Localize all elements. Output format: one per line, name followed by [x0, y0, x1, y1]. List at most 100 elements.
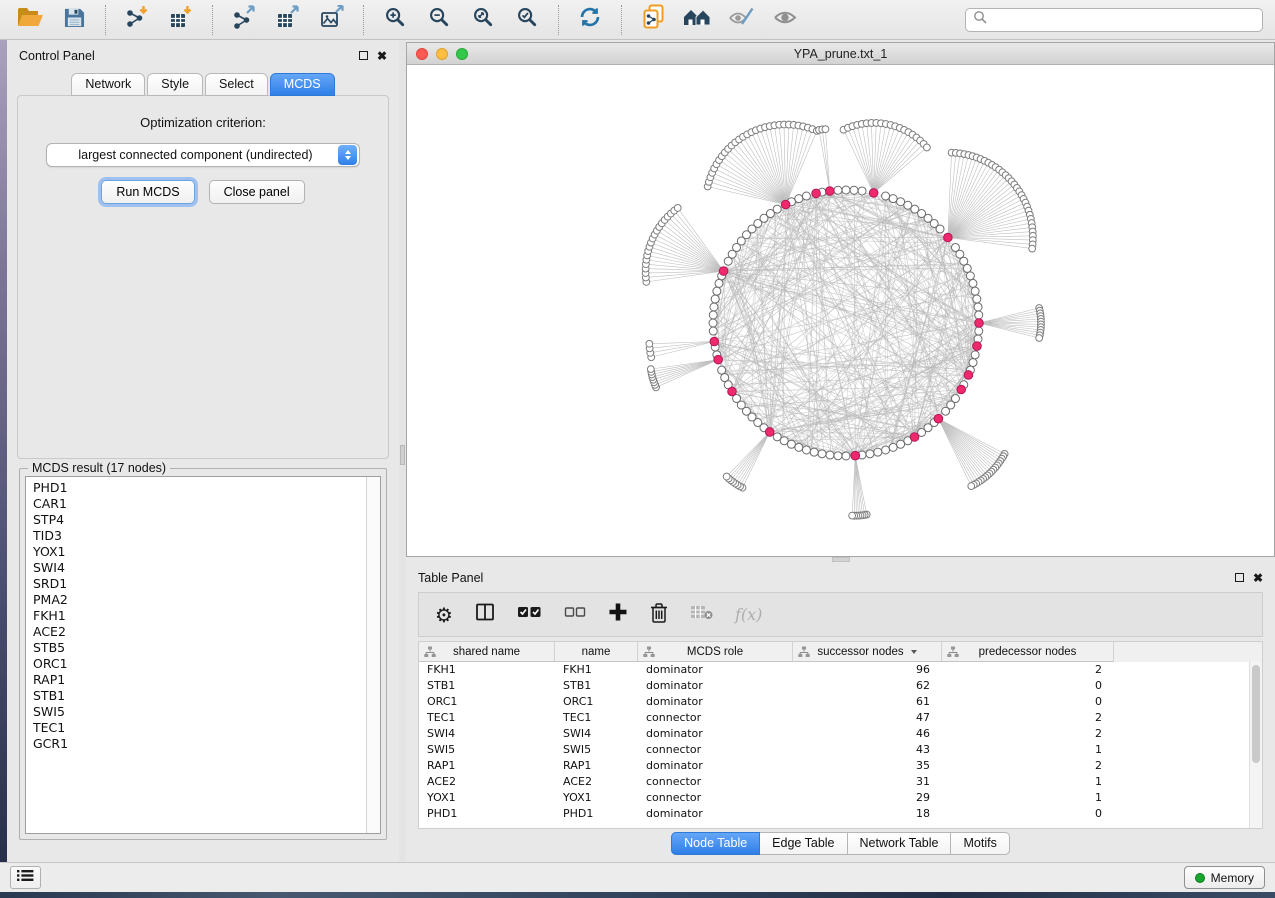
first-neighbors-button[interactable]	[677, 4, 717, 36]
table-scrollbar[interactable]	[1249, 662, 1262, 828]
mcds-list-item[interactable]: STP4	[33, 512, 366, 528]
table-row[interactable]: STB1STB1dominator620	[419, 678, 1262, 694]
mcds-node[interactable]	[719, 267, 728, 276]
table-row[interactable]: ORC1ORC1dominator610	[419, 694, 1262, 710]
table-row[interactable]: SWI4SWI4dominator462	[419, 726, 1262, 742]
column-header-shared-name[interactable]: shared name	[419, 642, 555, 662]
mcds-node[interactable]	[964, 371, 973, 380]
column-header-name[interactable]: name	[555, 642, 638, 662]
mcds-node[interactable]	[957, 385, 966, 394]
window-minimize-traffic-light[interactable]	[436, 48, 448, 60]
zoom-selected-button[interactable]	[507, 4, 547, 36]
mcds-list-item[interactable]: RAP1	[33, 672, 366, 688]
split-panel-button[interactable]	[475, 602, 495, 627]
network-window-titlebar[interactable]: YPA_prune.txt_1	[407, 43, 1274, 65]
criterion-select[interactable]: largest connected component (undirected)	[46, 143, 360, 167]
table-settings-button[interactable]: ⚙	[435, 605, 453, 625]
search-box[interactable]	[965, 8, 1263, 32]
mcds-list-item[interactable]: TID3	[33, 528, 366, 544]
show-graphics-details-button[interactable]	[765, 4, 805, 36]
mcds-list-item[interactable]: SRD1	[33, 576, 366, 592]
splitter-handle[interactable]	[832, 557, 850, 562]
splitter-handle[interactable]	[400, 445, 405, 465]
export-network-button[interactable]	[224, 4, 264, 36]
mcds-node[interactable]	[851, 451, 860, 460]
tab-network-table[interactable]: Network Table	[848, 832, 952, 855]
tab-select[interactable]: Select	[205, 73, 268, 96]
zoom-fit-button[interactable]	[463, 4, 503, 36]
tab-motifs[interactable]: Motifs	[951, 832, 1009, 855]
memory-button[interactable]: Memory	[1184, 866, 1265, 889]
column-header-successor-nodes[interactable]: successor nodes	[793, 642, 942, 662]
mcds-list-item[interactable]: GCR1	[33, 736, 366, 752]
tab-style[interactable]: Style	[147, 73, 203, 96]
mcds-list-item[interactable]: PMA2	[33, 592, 366, 608]
mcds-list-item[interactable]: ORC1	[33, 656, 366, 672]
mcds-node[interactable]	[973, 342, 982, 351]
table-row[interactable]: YOX1YOX1connector291	[419, 790, 1262, 806]
clone-network-button[interactable]	[633, 4, 673, 36]
mcds-list-scrollbar[interactable]	[366, 477, 380, 833]
table-row[interactable]: PHD1PHD1dominator180	[419, 806, 1262, 822]
mcds-list-item[interactable]: STB5	[33, 640, 366, 656]
mcds-node[interactable]	[869, 189, 878, 198]
import-network-button[interactable]	[117, 4, 157, 36]
run-mcds-button[interactable]: Run MCDS	[101, 180, 194, 204]
mcds-node[interactable]	[975, 319, 984, 328]
unselect-all-columns-button[interactable]	[564, 605, 586, 624]
vertical-splitter[interactable]	[399, 40, 406, 862]
zoom-out-button[interactable]	[419, 4, 459, 36]
tab-mcds[interactable]: MCDS	[270, 73, 335, 96]
search-input[interactable]	[992, 13, 1255, 27]
mcds-list-item[interactable]: ACE2	[33, 624, 366, 640]
hide-graphics-details-button[interactable]	[721, 4, 761, 36]
table-scrollbar-thumb[interactable]	[1252, 665, 1260, 763]
refresh-button[interactable]	[570, 4, 610, 36]
column-header-MCDS-role[interactable]: MCDS role	[638, 642, 793, 662]
column-header-predecessor-nodes[interactable]: predecessor nodes	[942, 642, 1114, 662]
mcds-list-item[interactable]: YOX1	[33, 544, 366, 560]
mcds-node[interactable]	[781, 200, 790, 209]
table-row[interactable]: RAP1RAP1dominator352	[419, 758, 1262, 774]
float-panel-icon[interactable]	[359, 51, 368, 60]
window-close-traffic-light[interactable]	[416, 48, 428, 60]
mcds-node[interactable]	[944, 233, 953, 242]
mcds-list-item[interactable]: SWI4	[33, 560, 366, 576]
network-canvas[interactable]	[407, 65, 1274, 556]
mcds-list-item[interactable]: STB1	[33, 688, 366, 704]
select-all-columns-button[interactable]	[517, 604, 542, 625]
add-column-button[interactable]	[608, 602, 628, 627]
table-row[interactable]: SWI5SWI5connector431	[419, 742, 1262, 758]
open-file-button[interactable]	[10, 4, 50, 36]
float-panel-icon[interactable]	[1235, 573, 1244, 582]
mcds-node[interactable]	[910, 433, 919, 442]
mcds-node[interactable]	[812, 189, 821, 198]
mcds-list-item[interactable]: FKH1	[33, 608, 366, 624]
close-panel-icon[interactable]: ✖	[377, 50, 387, 62]
window-zoom-traffic-light[interactable]	[456, 48, 468, 60]
save-session-button[interactable]	[54, 4, 94, 36]
mcds-node[interactable]	[765, 428, 774, 437]
tab-node-table[interactable]: Node Table	[671, 832, 760, 855]
delete-column-button[interactable]	[650, 602, 668, 628]
show-panels-button[interactable]	[10, 866, 41, 889]
tab-edge-table[interactable]: Edge Table	[760, 832, 847, 855]
mcds-list-item[interactable]: PHD1	[33, 480, 366, 496]
table-row[interactable]: TEC1TEC1connector472	[419, 710, 1262, 726]
export-image-button[interactable]	[312, 4, 352, 36]
mcds-node[interactable]	[728, 387, 737, 396]
mcds-list-item[interactable]: TEC1	[33, 720, 366, 736]
mcds-node[interactable]	[714, 355, 723, 364]
export-table-button[interactable]	[268, 4, 308, 36]
import-table-button[interactable]	[161, 4, 201, 36]
close-panel-button[interactable]: Close panel	[209, 180, 305, 204]
horizontal-splitter[interactable]	[406, 557, 1275, 562]
zoom-in-button[interactable]	[375, 4, 415, 36]
mcds-node[interactable]	[825, 187, 834, 196]
table-row[interactable]: FKH1FKH1dominator962	[419, 662, 1262, 678]
mcds-node[interactable]	[710, 337, 719, 346]
table-row[interactable]: ACE2ACE2connector311	[419, 774, 1262, 790]
mcds-node[interactable]	[934, 414, 943, 423]
mcds-list-item[interactable]: SWI5	[33, 704, 366, 720]
close-panel-icon[interactable]: ✖	[1253, 572, 1263, 584]
